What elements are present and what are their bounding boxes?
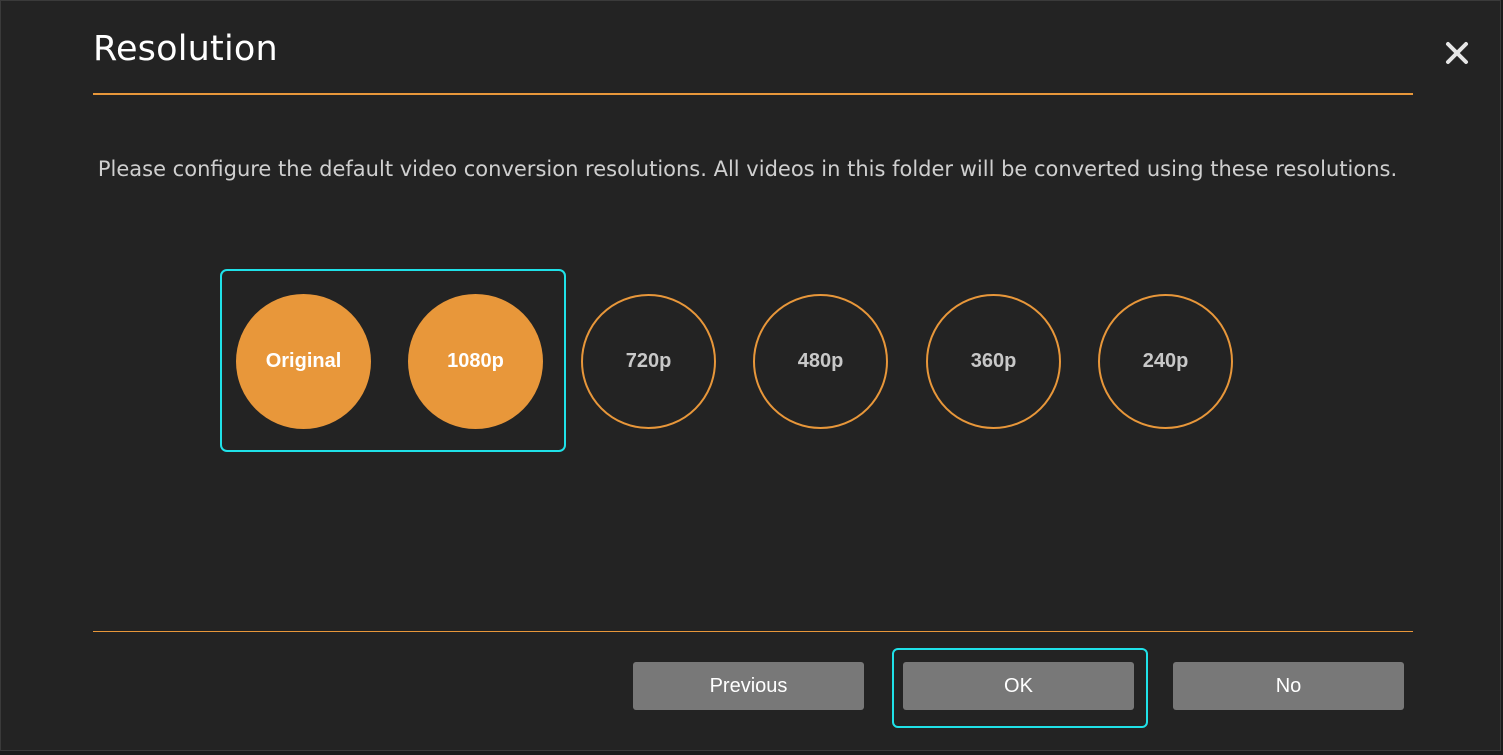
resolution-1080p[interactable]: 1080p — [408, 294, 543, 429]
close-icon — [1446, 42, 1468, 64]
resolution-240p[interactable]: 240p — [1098, 294, 1233, 429]
footer-divider — [93, 631, 1413, 632]
resolution-original[interactable]: Original — [236, 294, 371, 429]
description-text: Please configure the default video conve… — [97, 157, 1398, 181]
resolution-720p[interactable]: 720p — [581, 294, 716, 429]
resolution-480p[interactable]: 480p — [753, 294, 888, 429]
header-divider — [93, 93, 1413, 95]
dialog-title: Resolution — [93, 29, 278, 69]
resolution-dialog: Resolution Please configure the default … — [0, 0, 1501, 751]
close-button[interactable] — [1437, 33, 1477, 73]
ok-button[interactable]: OK — [903, 662, 1134, 710]
no-button[interactable]: No — [1173, 662, 1404, 710]
previous-button[interactable]: Previous — [633, 662, 864, 710]
resolution-360p[interactable]: 360p — [926, 294, 1061, 429]
